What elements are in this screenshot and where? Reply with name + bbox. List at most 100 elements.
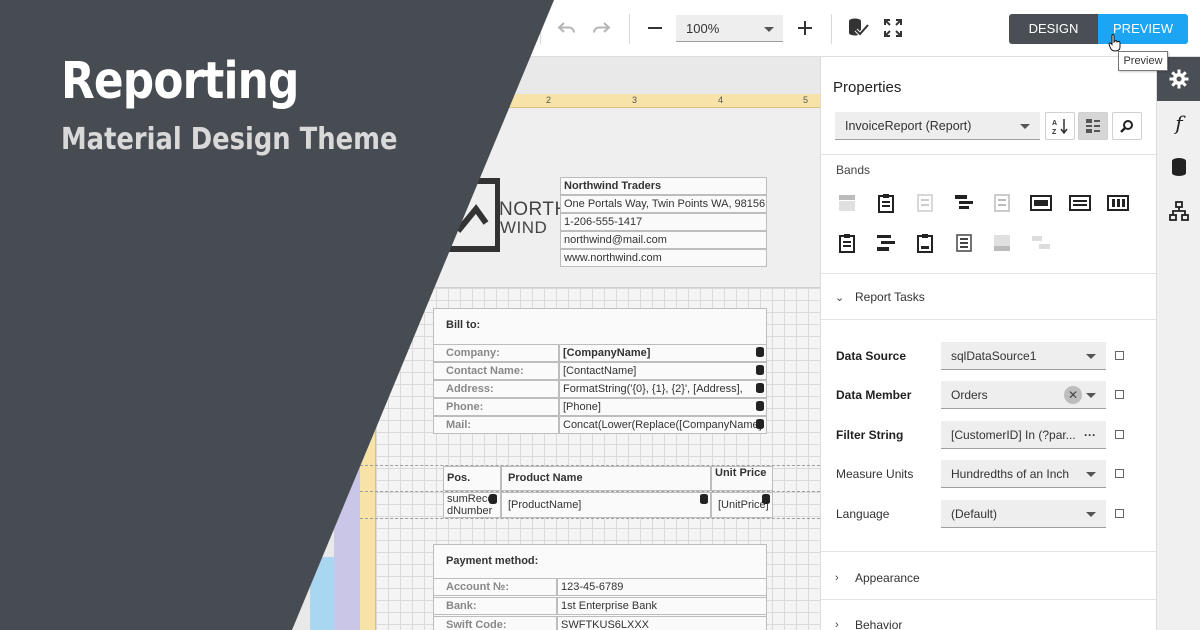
payment-label[interactable]: Swift Code: [433, 616, 557, 630]
panel-title: Properties [833, 79, 902, 96]
column-header-unit-price[interactable]: Unit Price [711, 466, 773, 491]
database-icon [1172, 158, 1186, 176]
undo-icon[interactable] [556, 17, 578, 39]
gear-icon [1169, 69, 1189, 89]
search-button[interactable] [1112, 112, 1142, 140]
group-footer-band-icon[interactable] [836, 232, 858, 254]
divider [821, 319, 1156, 320]
toolbar-separator [831, 14, 832, 44]
data-member-checkbox[interactable] [1115, 390, 1124, 399]
bill-to-label[interactable]: Mail: [433, 416, 559, 434]
data-member-value: Orders [951, 388, 988, 402]
band-boundary [360, 518, 820, 519]
database-icon [756, 347, 764, 357]
group-by-category-button[interactable] [1078, 112, 1108, 140]
chevron-down-icon [1086, 354, 1096, 359]
properties-panel: Properties InvoiceReport (Report) AZ Ban… [820, 57, 1156, 630]
data-source-select[interactable]: sqlDataSource1 [941, 342, 1106, 370]
measure-units-checkbox[interactable] [1115, 469, 1124, 478]
bill-to-value[interactable]: [ContactName] [559, 362, 767, 380]
language-checkbox[interactable] [1115, 509, 1124, 518]
tab-report-explorer[interactable] [1157, 189, 1200, 233]
divider [821, 551, 1156, 552]
company-email-cell[interactable]: northwind@mail.com [560, 231, 767, 249]
vertical-band-icon[interactable] [1107, 192, 1129, 214]
payment-value[interactable]: 1st Enterprise Bank [557, 597, 767, 615]
database-icon [700, 494, 708, 504]
zoom-select[interactable]: 100% [676, 15, 783, 42]
hero-title: Reporting [61, 52, 299, 111]
column-header-pos[interactable]: Pos. [443, 466, 501, 491]
report-header-band-icon[interactable] [875, 192, 897, 214]
ruler-mark: 3 [632, 95, 638, 105]
bill-to-label[interactable]: Address: [433, 380, 559, 398]
payment-label[interactable]: Bank: [433, 597, 557, 615]
bill-to-value[interactable]: [CompanyName] [559, 344, 767, 362]
bill-to-title: Bill to: [446, 319, 481, 331]
tab-expressions[interactable]: f [1157, 101, 1200, 145]
detail-report-band-icon[interactable] [1030, 192, 1052, 214]
zoom-in-icon[interactable] [794, 17, 816, 39]
ruler-mark: 5 [803, 95, 809, 105]
redo-icon[interactable] [590, 17, 612, 39]
payment-label[interactable]: Account №: [433, 578, 557, 596]
chevron-down-icon [1020, 124, 1030, 129]
bill-to-label[interactable]: Contact Name: [433, 362, 559, 380]
chevron-down-icon [1086, 512, 1096, 517]
tab-field-list[interactable] [1157, 145, 1200, 189]
vertical-header-band-icon[interactable] [953, 232, 975, 254]
database-icon [756, 401, 764, 411]
preview-tooltip: Preview [1118, 51, 1168, 71]
zoom-out-icon[interactable] [644, 17, 666, 39]
language-value: (Default) [951, 507, 998, 521]
data-source-label: Data Source [836, 349, 907, 363]
company-website-cell[interactable]: www.northwind.com [560, 249, 767, 267]
bottom-margin-band-icon[interactable] [991, 232, 1013, 254]
payment-value[interactable]: 123-45-6789 [557, 578, 767, 596]
top-margin-band-icon[interactable] [836, 192, 858, 214]
database-icon [756, 365, 764, 375]
validate-icon[interactable] [847, 17, 869, 39]
page-header-band-icon[interactable] [914, 192, 936, 214]
clear-icon[interactable]: ✕ [1064, 386, 1082, 404]
data-member-select[interactable]: Orders ✕ [941, 381, 1106, 409]
chevron-right-icon: › [835, 619, 839, 630]
sub-band-icon[interactable] [1069, 192, 1091, 214]
bill-to-value[interactable]: Concat(Lower(Replace([CompanyName] [559, 416, 767, 434]
company-address-cell[interactable]: One Portals Way, Twin Points WA, 98156 [560, 195, 767, 213]
report-tasks-header[interactable]: ⌄ Report Tasks [835, 290, 925, 304]
language-select[interactable]: (Default) [941, 500, 1106, 528]
bill-to-label[interactable]: Phone: [433, 398, 559, 416]
report-footer-band-icon[interactable] [875, 232, 897, 254]
payment-value[interactable]: SWFTKUS6LXXX [557, 616, 767, 630]
company-name-cell[interactable]: Northwind Traders [560, 177, 767, 195]
behavior-header[interactable]: › Behavior [835, 618, 902, 630]
design-button[interactable]: DESIGN [1009, 14, 1098, 44]
behavior-title: Behavior [855, 618, 903, 630]
fullscreen-icon[interactable] [882, 17, 904, 39]
chevron-down-icon [764, 27, 774, 32]
more-icon[interactable]: ··· [1084, 421, 1096, 448]
group-header-band-icon[interactable] [953, 192, 975, 214]
filter-string-label: Filter String [836, 428, 904, 442]
column-header-product-name[interactable]: Product Name [501, 466, 711, 491]
chevron-down-icon [1086, 393, 1096, 398]
detail-cell-product-name[interactable]: [ProductName] [501, 492, 711, 518]
measure-units-value: Hundredths of an Inch [951, 467, 1070, 481]
filter-string-editor[interactable]: [CustomerID] In (?par... ··· [941, 421, 1106, 449]
appearance-title: Appearance [855, 571, 920, 585]
bill-to-value[interactable]: FormatString('{0}, {1}, {2}', [Address], [559, 380, 767, 398]
measure-units-select[interactable]: Hundredths of an Inch [941, 460, 1106, 488]
bill-to-label[interactable]: Company: [433, 344, 559, 362]
logo-text-wind: WIND [500, 218, 548, 237]
vertical-total-band-icon[interactable] [1030, 232, 1052, 254]
company-phone-cell[interactable]: 1-206-555-1417 [560, 213, 767, 231]
page-footer-band-icon[interactable] [914, 232, 936, 254]
bill-to-value[interactable]: [Phone] [559, 398, 767, 416]
sort-alphabetically-button[interactable]: AZ [1045, 112, 1075, 140]
appearance-header[interactable]: › Appearance [835, 571, 920, 585]
filter-string-checkbox[interactable] [1115, 430, 1124, 439]
data-source-checkbox[interactable] [1115, 351, 1124, 360]
object-selector[interactable]: InvoiceReport (Report) [835, 112, 1040, 140]
detail-band-icon[interactable] [991, 192, 1013, 214]
